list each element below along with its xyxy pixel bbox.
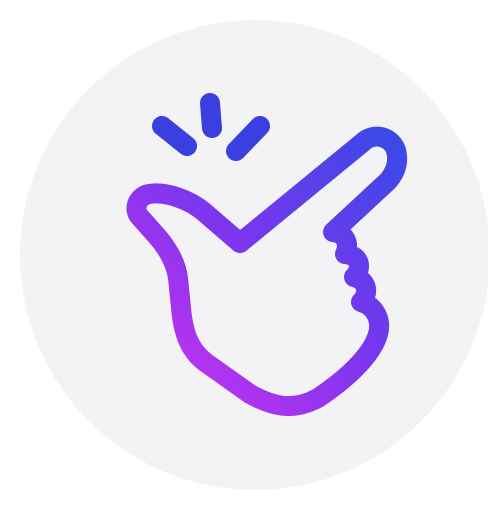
snap-line-top (200, 93, 222, 138)
snap-lines (152, 93, 270, 161)
snap-line-left (152, 116, 197, 156)
snap-line-right (226, 116, 270, 161)
finger-snap-icon (0, 0, 488, 511)
icon-tile (0, 0, 488, 511)
hand-outline (126, 126, 408, 417)
